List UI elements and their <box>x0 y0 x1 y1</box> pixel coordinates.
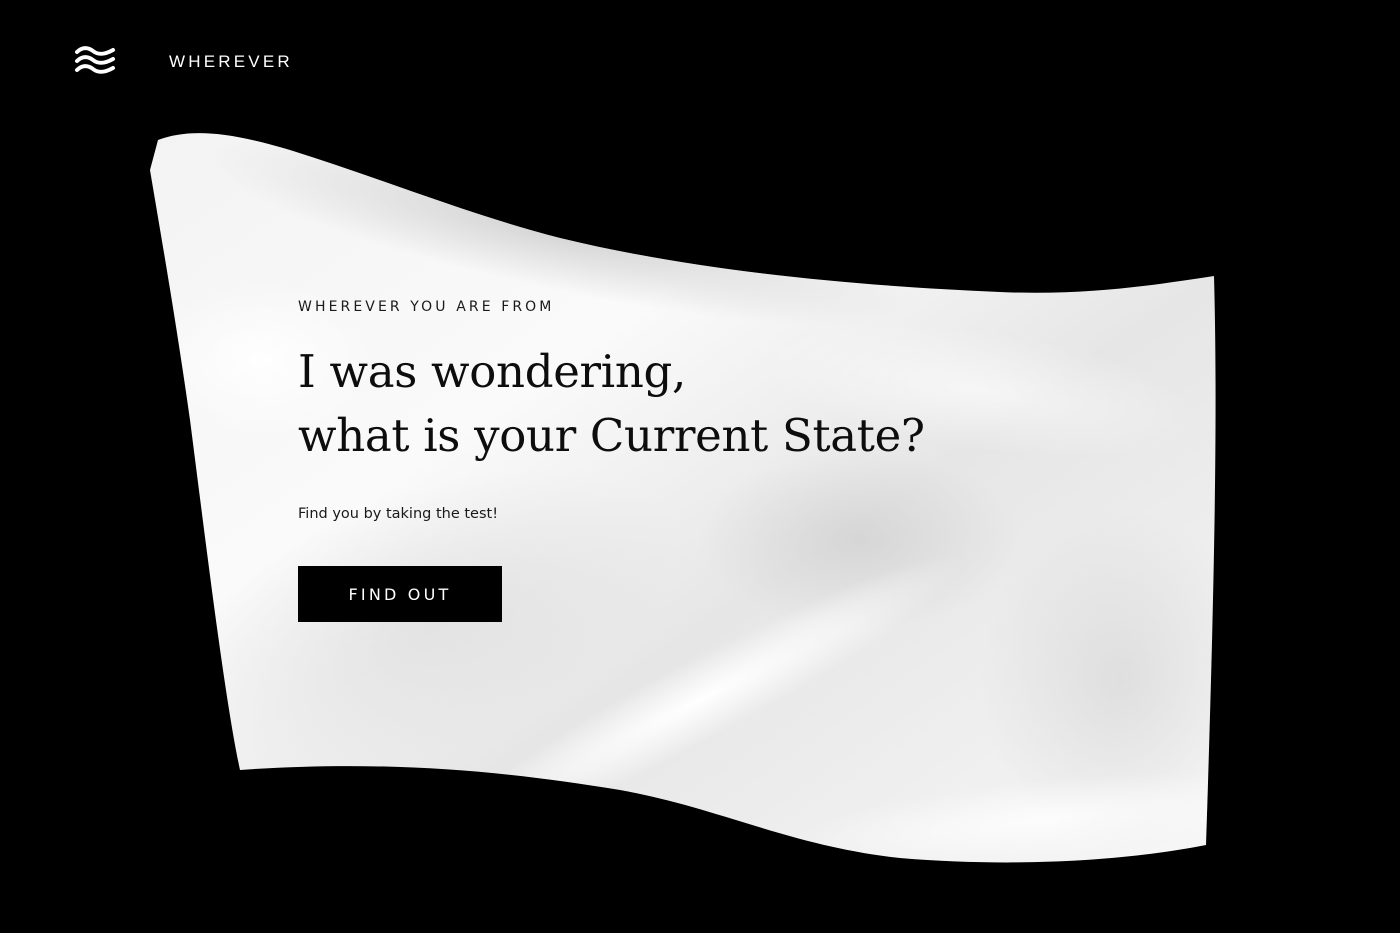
hero-eyebrow: WHEREVER YOU ARE FROM <box>298 299 555 315</box>
hero-content: WHEREVER YOU ARE FROM I was wondering, w… <box>298 298 998 622</box>
hero-stage: WHEREVER WHEREVER YOU ARE FROM I was won… <box>0 0 1400 933</box>
brand-name[interactable]: WHEREVER <box>169 52 293 72</box>
headline-line-1: I was wondering, <box>298 345 687 398</box>
hero-headline: I was wondering, what is your Current St… <box>298 340 998 468</box>
wave-flag-icon[interactable] <box>74 45 116 79</box>
site-header: WHEREVER <box>74 42 293 82</box>
hero-subtext: Find you by taking the test! <box>298 506 499 522</box>
headline-line-2: what is your Current State? <box>298 409 925 462</box>
find-out-button[interactable]: FIND OUT <box>298 566 502 622</box>
